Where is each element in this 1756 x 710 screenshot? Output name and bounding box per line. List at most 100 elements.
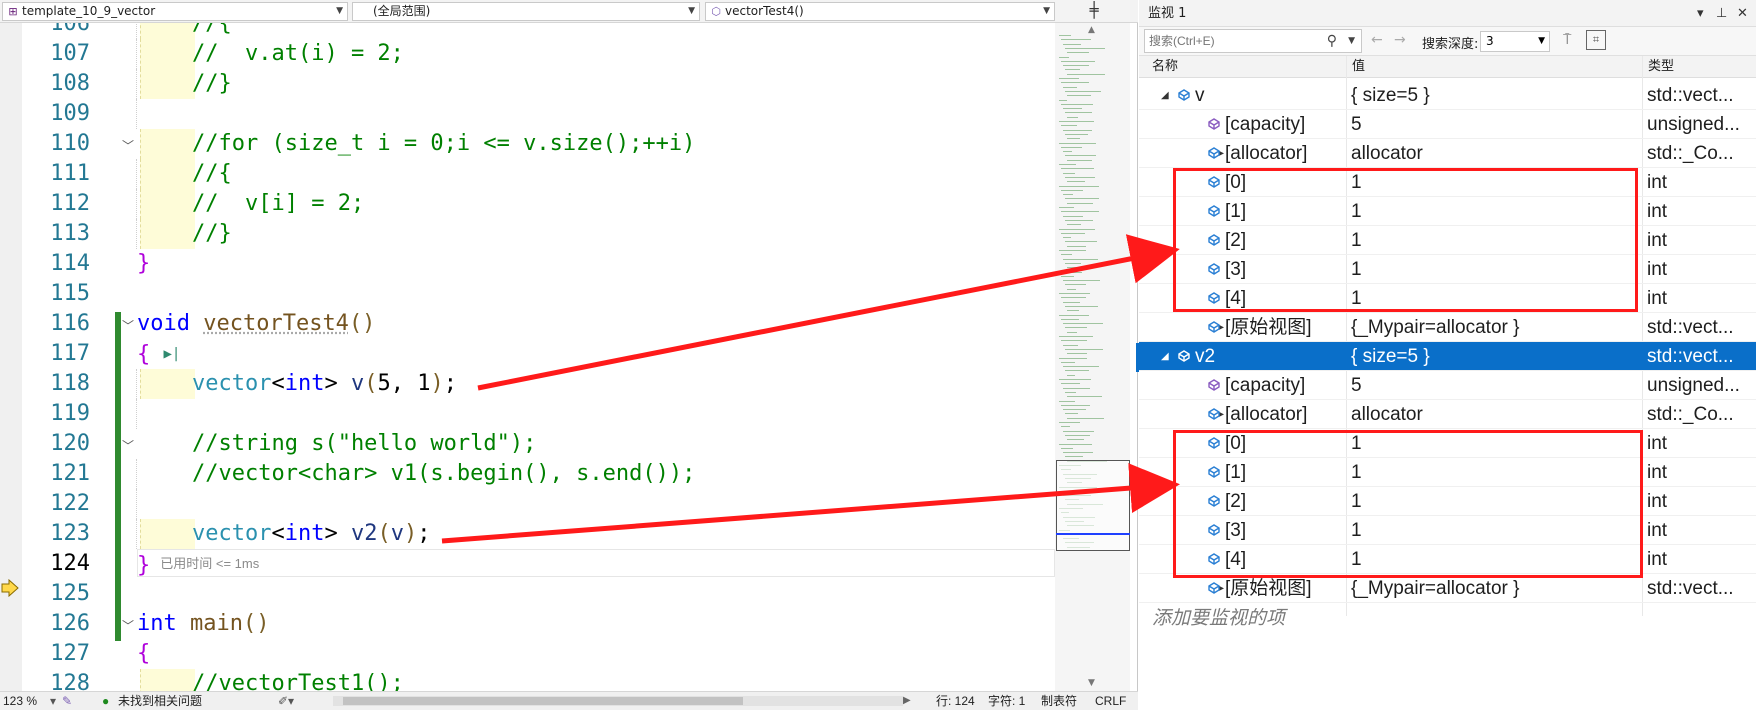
code-text: //{ (192, 161, 232, 186)
code-line[interactable]: 117 { ▶| (22, 339, 1055, 369)
watch-value[interactable]: 5 (1351, 371, 1362, 400)
scroll-right-icon[interactable]: ▶ (903, 693, 911, 709)
column-name[interactable]: 名称 (1152, 56, 1178, 78)
code-line[interactable]: 106 //{ (22, 23, 1055, 39)
watch-value[interactable]: allocator (1351, 139, 1423, 168)
search-icon[interactable]: ⚲ (1327, 30, 1337, 52)
code-line[interactable]: 120 ﹀ //string s("hello world"); (22, 429, 1055, 459)
code-line[interactable]: 125 (22, 579, 1055, 609)
code-line[interactable]: 116 ﹀ void vectorTest4() (22, 309, 1055, 339)
search-depth-dropdown[interactable]: 3 ▼ (1480, 31, 1550, 52)
window-menu-icon[interactable]: ▾ (1697, 0, 1704, 27)
scroll-up-icon[interactable]: ▲ (1088, 25, 1095, 35)
line-number: 110 (50, 131, 90, 156)
glyph-margin[interactable] (0, 23, 22, 691)
indent-guide (136, 459, 137, 489)
horizontal-scroll-thumb[interactable] (343, 697, 743, 705)
code-line[interactable]: 118 vector<int> v(5, 1); (22, 369, 1055, 399)
chevron-down-icon[interactable]: ▼ (1348, 30, 1355, 52)
code-line[interactable]: 111 //{ (22, 159, 1055, 189)
column-type[interactable]: 类型 (1648, 56, 1674, 78)
watch-row[interactable]: ▸ [原始视图] {_Mypair=allocator } std::vect... (1139, 313, 1756, 342)
collapse-arrow-icon[interactable]: ◢ (1161, 342, 1169, 371)
watch-row[interactable]: [capacity] 5 unsigned... (1139, 110, 1756, 139)
char-indicator[interactable]: 字符: 1 (988, 693, 1025, 709)
watch-value[interactable]: { size=5 } (1351, 342, 1430, 371)
code-line[interactable]: 107 // v.at(i) = 2; (22, 39, 1055, 69)
line-indicator[interactable]: 行: 124 (936, 693, 975, 709)
pin-icon[interactable]: ⊥ (1716, 0, 1727, 27)
watch-row[interactable]: ▸ [allocator] allocator std::_Co... (1139, 400, 1756, 429)
pin-to-source-icon[interactable]: ⍑ (1563, 32, 1571, 48)
code-line[interactable]: 122 (22, 489, 1055, 519)
scroll-down-icon[interactable]: ▼ (1088, 678, 1095, 688)
code-line[interactable]: 108 //} (22, 69, 1055, 99)
search-previous-icon[interactable]: ← (1371, 32, 1383, 48)
minimap-line (1061, 447, 1073, 449)
watch-type: unsigned... (1647, 375, 1740, 396)
current-code-line[interactable]: 124 } 已用时间 <= 1ms (22, 549, 1055, 579)
minimap-line (1061, 39, 1091, 41)
code-text: vector<int> v(5, 1); (192, 371, 457, 396)
function-dropdown[interactable]: ⬡ vectorTest4() ▼ (705, 2, 1055, 21)
column-value[interactable]: 值 (1352, 56, 1365, 78)
fold-chevron-icon[interactable]: ﹀ (122, 317, 134, 334)
watch-row[interactable]: ◢ v2 { size=5 } std::vect... (1139, 342, 1756, 371)
fold-chevron-icon[interactable]: ﹀ (122, 137, 134, 154)
scope-dropdown[interactable]: (全局范围) ▼ (352, 2, 700, 21)
brush-icon[interactable]: ✐▾ (278, 693, 294, 709)
watch-type: std::_Co... (1647, 404, 1734, 425)
code-line[interactable]: 115 (22, 279, 1055, 309)
collapse-arrow-icon[interactable]: ◢ (1161, 81, 1169, 110)
minimap-line (1067, 52, 1089, 54)
code-line[interactable]: 114 } (22, 249, 1055, 279)
watch-value[interactable]: 5 (1351, 110, 1362, 139)
hex-display-icon[interactable]: ⌗ (1586, 30, 1606, 50)
vertical-scrollbar-map[interactable] (1055, 23, 1130, 691)
indent-mode[interactable]: 制表符 (1041, 693, 1077, 709)
fold-chevron-icon[interactable]: ﹀ (122, 617, 134, 634)
watch-value[interactable]: {_Mypair=allocator } (1351, 313, 1519, 342)
add-watch-item[interactable]: 添加要监视的项 (1152, 603, 1285, 630)
split-editor-icon[interactable]: ╪ (1083, 2, 1105, 21)
watch-row[interactable]: ◢ v { size=5 } std::vect... (1139, 81, 1756, 110)
watch-row[interactable]: ▸ [原始视图] {_Mypair=allocator } std::vect... (1139, 574, 1756, 603)
watch-row[interactable]: [capacity] 5 unsigned... (1139, 371, 1756, 400)
project-dropdown[interactable]: ⊞ template_10_9_vector ▼ (2, 2, 348, 21)
copilot-icon[interactable]: ✎ (62, 693, 72, 709)
code-line[interactable]: 110 ﹀ //for (size_t i = 0;i <= v.size();… (22, 129, 1055, 159)
watch-value[interactable]: {_Mypair=allocator } (1351, 574, 1519, 603)
code-line[interactable]: 119 (22, 399, 1055, 429)
watch-row[interactable]: ▸ [allocator] allocator std::_Co... (1139, 139, 1756, 168)
perf-tip[interactable]: 已用时间 <= 1ms (160, 556, 259, 571)
zoom-dropdown-icon[interactable]: ▾ (50, 693, 56, 709)
code-area[interactable]: 106 //{ 107 // v.at(i) = 2; 108 //} 109 … (22, 23, 1055, 691)
watch-value[interactable]: allocator (1351, 400, 1423, 429)
map-viewport[interactable] (1056, 460, 1130, 551)
code-line[interactable]: 128 //vectorTest1(); (22, 669, 1055, 691)
issues-status[interactable]: 未找到相关问题 (118, 693, 202, 709)
minimap-line (1061, 318, 1079, 320)
code-line[interactable]: 121 //vector<char> v1(s.begin(), s.end()… (22, 459, 1055, 489)
line-number: 115 (50, 281, 90, 306)
zoom-level[interactable]: 123 % (3, 693, 37, 709)
line-ending[interactable]: CRLF (1095, 693, 1126, 709)
indent-highlight (140, 219, 195, 249)
code-line[interactable]: 123 vector<int> v2(v); (22, 519, 1055, 549)
horizontal-scrollbar[interactable] (333, 696, 903, 706)
search-box[interactable]: ⚲ ▼ (1144, 29, 1362, 53)
minimap-line (1067, 138, 1080, 140)
minimap-line (1063, 151, 1072, 153)
code-line[interactable]: 109 (22, 99, 1055, 129)
search-next-icon[interactable]: → (1394, 32, 1406, 48)
code-line[interactable]: 113 //} (22, 219, 1055, 249)
minimap-line (1061, 426, 1070, 428)
code-line[interactable]: 127 { (22, 639, 1055, 669)
close-icon[interactable]: ✕ (1737, 0, 1748, 27)
code-line[interactable]: 126 ﹀ int main() (22, 609, 1055, 639)
search-input[interactable] (1149, 34, 1319, 48)
watch-value[interactable]: { size=5 } (1351, 81, 1430, 110)
fold-chevron-icon[interactable]: ﹀ (122, 437, 134, 454)
minimap-line (1063, 172, 1075, 174)
code-line[interactable]: 112 // v[i] = 2; (22, 189, 1055, 219)
